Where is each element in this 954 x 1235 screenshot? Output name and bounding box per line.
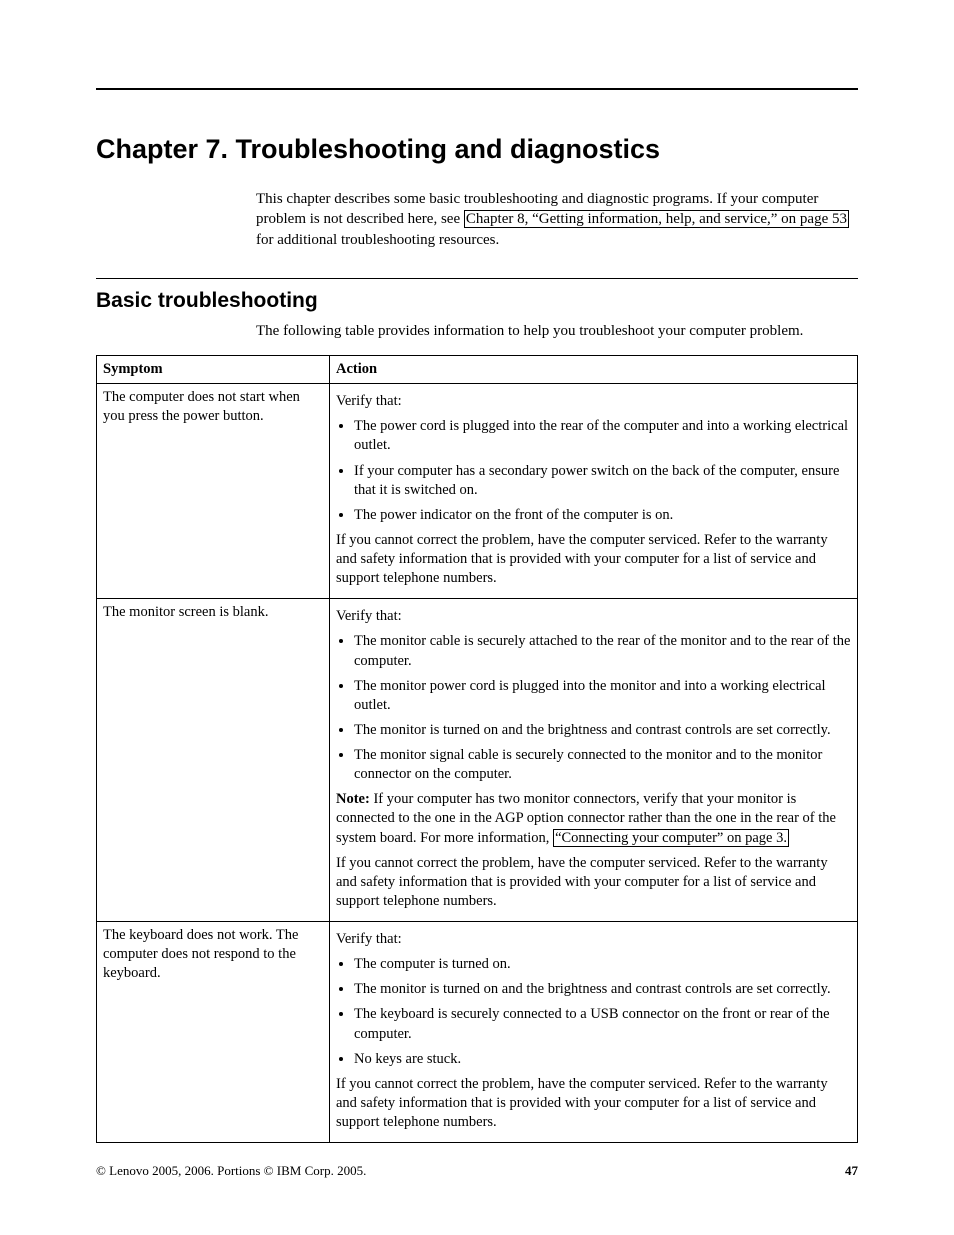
table-row: The monitor screen is blank. Verify that… bbox=[97, 599, 858, 922]
table-header-row: Symptom Action bbox=[97, 356, 858, 384]
section-intro: The following table provides information… bbox=[256, 321, 858, 341]
list-item: If your computer has a secondary power s… bbox=[354, 462, 851, 500]
symptom-cell: The keyboard does not work. The computer… bbox=[97, 922, 330, 1143]
table-header-symptom: Symptom bbox=[97, 356, 330, 384]
bullet-list: The computer is turned on. The monitor i… bbox=[336, 955, 851, 1069]
section-title: Basic troubleshooting bbox=[96, 289, 858, 313]
intro-text-after: for additional troubleshooting resources… bbox=[256, 232, 499, 248]
list-item: The power cord is plugged into the rear … bbox=[354, 417, 851, 455]
table-row: The keyboard does not work. The computer… bbox=[97, 922, 858, 1143]
action-cell: Verify that: The computer is turned on. … bbox=[330, 922, 858, 1143]
verify-label: Verify that: bbox=[336, 607, 851, 626]
verify-label: Verify that: bbox=[336, 392, 851, 411]
section-rule bbox=[96, 278, 858, 279]
list-item: The monitor signal cable is securely con… bbox=[354, 746, 851, 784]
list-item: The computer is turned on. bbox=[354, 955, 851, 974]
list-item: The keyboard is securely connected to a … bbox=[354, 1005, 851, 1043]
list-item: The monitor is turned on and the brightn… bbox=[354, 980, 851, 999]
list-item: The monitor is turned on and the brightn… bbox=[354, 721, 851, 740]
symptom-cell: The monitor screen is blank. bbox=[97, 599, 330, 922]
verify-label: Verify that: bbox=[336, 930, 851, 949]
bullet-list: The power cord is plugged into the rear … bbox=[336, 417, 851, 525]
top-rule bbox=[96, 88, 858, 90]
closing-text: If you cannot correct the problem, have … bbox=[336, 1075, 851, 1132]
page-number: 47 bbox=[845, 1163, 858, 1179]
list-item: The monitor power cord is plugged into t… bbox=[354, 677, 851, 715]
document-page: Chapter 7. Troubleshooting and diagnosti… bbox=[0, 0, 954, 1235]
cross-reference-link[interactable]: “Connecting your computer” on page 3. bbox=[553, 829, 789, 847]
action-cell: Verify that: The monitor cable is secure… bbox=[330, 599, 858, 922]
note-paragraph: Note: If your computer has two monitor c… bbox=[336, 790, 851, 847]
list-item: The power indicator on the front of the … bbox=[354, 506, 851, 525]
list-item: The monitor cable is securely attached t… bbox=[354, 632, 851, 670]
bullet-list: The monitor cable is securely attached t… bbox=[336, 632, 851, 784]
cross-reference-link[interactable]: Chapter 8, “Getting information, help, a… bbox=[464, 210, 849, 228]
copyright-text: © Lenovo 2005, 2006. Portions © IBM Corp… bbox=[96, 1163, 366, 1179]
closing-text: If you cannot correct the problem, have … bbox=[336, 854, 851, 911]
action-cell: Verify that: The power cord is plugged i… bbox=[330, 384, 858, 599]
chapter-intro: This chapter describes some basic troubl… bbox=[256, 189, 858, 250]
table-header-action: Action bbox=[330, 356, 858, 384]
symptom-cell: The computer does not start when you pre… bbox=[97, 384, 330, 599]
note-label: Note: bbox=[336, 791, 370, 807]
chapter-title: Chapter 7. Troubleshooting and diagnosti… bbox=[96, 134, 858, 165]
troubleshooting-table: Symptom Action The computer does not sta… bbox=[96, 355, 858, 1143]
table-row: The computer does not start when you pre… bbox=[97, 384, 858, 599]
list-item: No keys are stuck. bbox=[354, 1050, 851, 1069]
closing-text: If you cannot correct the problem, have … bbox=[336, 531, 851, 588]
page-footer: © Lenovo 2005, 2006. Portions © IBM Corp… bbox=[96, 1163, 858, 1179]
